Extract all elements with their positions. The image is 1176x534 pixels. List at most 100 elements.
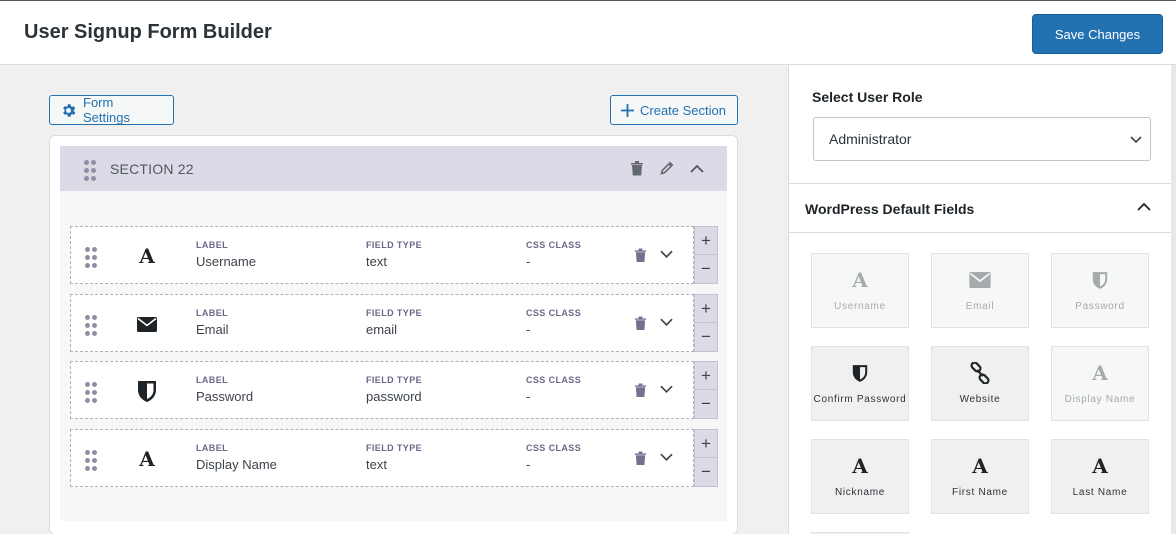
field-stepper: + − bbox=[694, 294, 718, 352]
delete-field-trash-icon[interactable] bbox=[634, 450, 647, 471]
expand-field-chevron-down-icon[interactable] bbox=[660, 450, 673, 469]
tile-label: Display Name bbox=[1064, 394, 1136, 405]
field-type: password bbox=[366, 389, 422, 404]
edit-section-pencil-icon[interactable] bbox=[658, 159, 676, 177]
field-label: Password bbox=[196, 389, 254, 404]
field-stepper: + − bbox=[694, 361, 718, 419]
envelope-icon bbox=[969, 267, 991, 293]
tile-username: A Username bbox=[811, 253, 909, 328]
divider bbox=[789, 183, 1173, 184]
collapse-panel-chevron-up-icon[interactable] bbox=[1137, 199, 1151, 217]
tile-label: Password bbox=[1075, 301, 1125, 312]
text-a-icon: A bbox=[972, 454, 988, 478]
section-card: SECTION 22 A LABEL Username FIELD TYPE tex… bbox=[49, 135, 738, 534]
remove-field-minus-button[interactable]: − bbox=[695, 390, 717, 418]
expand-field-chevron-down-icon[interactable] bbox=[660, 382, 673, 401]
field-drag-handle-icon[interactable] bbox=[85, 315, 97, 336]
add-field-plus-button[interactable]: + bbox=[695, 362, 717, 390]
field-type: email bbox=[366, 322, 398, 337]
section-title: SECTION 22 bbox=[110, 161, 194, 177]
field-row-email[interactable]: LABEL Email FIELD TYPE email CSS CLASS - + − bbox=[70, 294, 718, 352]
delete-field-trash-icon[interactable] bbox=[634, 382, 647, 403]
field-label: Username bbox=[196, 254, 256, 269]
form-settings-button[interactable]: Form Settings bbox=[49, 95, 174, 125]
text-a-icon: A bbox=[852, 454, 868, 478]
tile-display-name: A Display Name bbox=[1051, 346, 1149, 421]
css-class-header: CSS CLASS bbox=[526, 308, 582, 318]
wordpress-default-fields-title: WordPress Default Fields bbox=[805, 201, 975, 217]
form-settings-label: Form Settings bbox=[83, 95, 130, 125]
expand-field-chevron-down-icon[interactable] bbox=[660, 247, 673, 266]
section-body: SECTION 22 A LABEL Username FIELD TYPE tex… bbox=[60, 146, 727, 521]
create-section-label: Create Section bbox=[640, 102, 726, 118]
plus-icon bbox=[621, 103, 634, 117]
tile-label: First Name bbox=[952, 487, 1008, 498]
remove-field-minus-button[interactable]: − bbox=[695, 458, 717, 486]
delete-section-trash-icon[interactable] bbox=[628, 159, 646, 177]
field-drag-handle-icon[interactable] bbox=[85, 450, 97, 471]
tile-email: Email bbox=[931, 253, 1029, 328]
label-header: LABEL bbox=[196, 308, 228, 318]
field-type-header: FIELD TYPE bbox=[366, 375, 423, 385]
tile-password: Password bbox=[1051, 253, 1149, 328]
text-a-icon: A bbox=[852, 268, 868, 292]
tile-last-name[interactable]: A Last Name bbox=[1051, 439, 1149, 514]
text-a-icon: A bbox=[139, 447, 155, 471]
top-bar: User Signup Form Builder Save Changes bbox=[0, 0, 1176, 65]
tile-nickname[interactable]: A Nickname bbox=[811, 439, 909, 514]
field-type-header: FIELD TYPE bbox=[366, 308, 423, 318]
user-role-select[interactable]: Administrator bbox=[813, 117, 1151, 161]
field-drag-handle-icon[interactable] bbox=[85, 382, 97, 403]
tile-label: Website bbox=[959, 394, 1001, 405]
field-label: Email bbox=[196, 322, 229, 337]
field-stepper: + − bbox=[694, 226, 718, 284]
chevron-down-icon bbox=[1130, 136, 1142, 144]
tile-first-name[interactable]: A First Name bbox=[931, 439, 1029, 514]
tile-website[interactable]: Website bbox=[931, 346, 1029, 421]
remove-field-minus-button[interactable]: − bbox=[695, 255, 717, 283]
link-icon bbox=[969, 360, 991, 386]
remove-field-minus-button[interactable]: − bbox=[695, 323, 717, 351]
field-css-class: - bbox=[526, 457, 531, 472]
tile-label: Last Name bbox=[1072, 487, 1128, 498]
tile-label: Nickname bbox=[834, 487, 886, 498]
builder-area: Form Settings Create Section SECTION 22 bbox=[0, 65, 788, 534]
save-changes-button[interactable]: Save Changes bbox=[1032, 14, 1163, 54]
user-role-value: Administrator bbox=[829, 131, 912, 147]
field-row-password[interactable]: LABEL Password FIELD TYPE password CSS CLA… bbox=[70, 361, 718, 419]
add-field-plus-button[interactable]: + bbox=[695, 430, 717, 458]
text-a-icon: A bbox=[139, 244, 155, 268]
css-class-header: CSS CLASS bbox=[526, 375, 582, 385]
field-css-class: - bbox=[526, 389, 531, 404]
field-row-username[interactable]: A LABEL Username FIELD TYPE text CSS CLASS… bbox=[70, 226, 718, 284]
tile-label: Confirm Password bbox=[813, 394, 907, 405]
sidebar-scrollbar[interactable] bbox=[1171, 65, 1176, 534]
page-title: User Signup Form Builder bbox=[24, 21, 272, 43]
field-type: text bbox=[366, 254, 387, 269]
field-type-header: FIELD TYPE bbox=[366, 240, 423, 250]
divider bbox=[789, 232, 1173, 233]
expand-field-chevron-down-icon[interactable] bbox=[660, 315, 673, 334]
field-css-class: - bbox=[526, 322, 531, 337]
add-field-plus-button[interactable]: + bbox=[695, 227, 717, 255]
field-label: Display Name bbox=[196, 457, 277, 472]
label-header: LABEL bbox=[196, 240, 228, 250]
delete-field-trash-icon[interactable] bbox=[634, 315, 647, 336]
shield-icon bbox=[852, 360, 868, 386]
label-header: LABEL bbox=[196, 375, 228, 385]
field-stepper: + − bbox=[694, 429, 718, 487]
delete-field-trash-icon[interactable] bbox=[634, 247, 647, 268]
select-user-role-label: Select User Role bbox=[812, 89, 923, 105]
text-a-icon: A bbox=[1092, 454, 1108, 478]
field-drag-handle-icon[interactable] bbox=[85, 247, 97, 268]
field-css-class: - bbox=[526, 254, 531, 269]
field-row-display-name[interactable]: A LABEL Display Name FIELD TYPE text CSS C… bbox=[70, 429, 718, 487]
shield-icon bbox=[135, 379, 159, 403]
tile-confirm-password[interactable]: Confirm Password bbox=[811, 346, 909, 421]
add-field-plus-button[interactable]: + bbox=[695, 295, 717, 323]
section-drag-handle-icon[interactable] bbox=[84, 160, 96, 181]
collapse-section-chevron-up-icon[interactable] bbox=[688, 159, 706, 177]
envelope-icon bbox=[135, 312, 159, 336]
section-header: SECTION 22 bbox=[60, 146, 727, 191]
create-section-button[interactable]: Create Section bbox=[610, 95, 738, 125]
